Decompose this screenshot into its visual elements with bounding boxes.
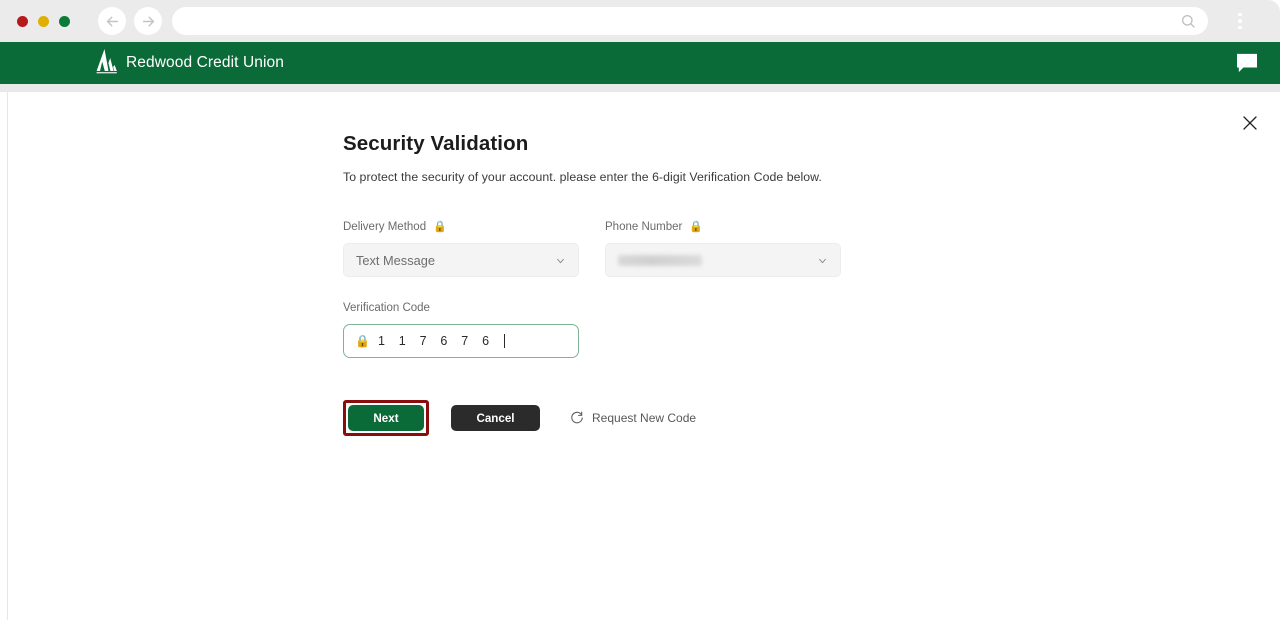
lock-icon: 🔒 bbox=[433, 220, 447, 233]
verification-code-label: Verification Code bbox=[343, 301, 579, 315]
search-icon[interactable] bbox=[1180, 13, 1196, 29]
page-viewport: Redwood Credit Union Security Validation… bbox=[0, 42, 1280, 620]
redwood-tree-logo-icon bbox=[96, 49, 117, 74]
phone-number-label-text: Phone Number bbox=[605, 221, 683, 233]
delivery-method-field: Delivery Method 🔒 Text Message bbox=[343, 220, 579, 277]
phone-number-label: Phone Number 🔒 bbox=[605, 220, 841, 234]
delivery-method-label-text: Delivery Method bbox=[343, 221, 427, 233]
chevron-down-icon bbox=[557, 258, 564, 264]
brand[interactable]: Redwood Credit Union bbox=[95, 49, 284, 77]
verification-code-input[interactable]: 🔒 1 1 7 6 7 6 bbox=[343, 324, 579, 358]
verification-code-label-text: Verification Code bbox=[343, 302, 430, 314]
next-button-highlight: Next bbox=[343, 400, 429, 436]
window-close-button[interactable] bbox=[17, 15, 28, 27]
verification-code-field: Verification Code 🔒 1 1 7 6 7 6 bbox=[343, 301, 579, 358]
window-controls bbox=[17, 15, 70, 27]
security-validation-form: Security Validation To protect the secur… bbox=[343, 132, 903, 436]
chat-bubble-icon[interactable] bbox=[1236, 53, 1258, 73]
phone-number-field: Phone Number 🔒 bbox=[605, 220, 841, 277]
delivery-method-select[interactable]: Text Message bbox=[343, 243, 579, 277]
refresh-icon bbox=[571, 411, 583, 424]
browser-menu-button[interactable] bbox=[1228, 8, 1252, 34]
back-arrow-icon bbox=[106, 16, 118, 26]
page-title: Security Validation bbox=[343, 132, 529, 155]
phone-number-redacted-value bbox=[618, 254, 702, 266]
close-icon[interactable] bbox=[1241, 114, 1259, 132]
request-new-code-link[interactable]: Request New Code bbox=[570, 411, 696, 425]
delivery-method-value: Text Message bbox=[356, 252, 435, 268]
lock-icon: 🔒 bbox=[689, 220, 704, 233]
request-new-code-label: Request New Code bbox=[592, 411, 697, 425]
window-minimize-button[interactable] bbox=[38, 15, 49, 27]
next-button[interactable]: Next bbox=[348, 405, 424, 431]
kebab-menu-icon bbox=[1238, 12, 1242, 17]
window-maximize-button[interactable] bbox=[59, 15, 70, 27]
cancel-button[interactable]: Cancel bbox=[451, 405, 540, 431]
phone-number-select[interactable] bbox=[605, 243, 841, 277]
brand-name: Redwood Credit Union bbox=[126, 54, 284, 71]
site-header: Redwood Credit Union bbox=[0, 42, 1280, 84]
field-row: Delivery Method 🔒 Text Message Phone Num… bbox=[343, 220, 903, 277]
page-subtitle: To protect the security of your account.… bbox=[343, 170, 822, 184]
url-bar[interactable] bbox=[172, 7, 1208, 35]
content-left-divider bbox=[7, 92, 8, 620]
browser-nav-buttons bbox=[98, 7, 162, 35]
kebab-menu-icon bbox=[1238, 25, 1242, 30]
verification-code-value: 1 1 7 6 7 6 bbox=[377, 334, 495, 348]
kebab-menu-icon bbox=[1238, 19, 1242, 23]
browser-chrome bbox=[0, 0, 1280, 42]
forward-arrow-icon bbox=[142, 16, 154, 26]
chevron-down-icon bbox=[819, 258, 826, 264]
forward-button[interactable] bbox=[134, 7, 162, 35]
lock-icon: 🔒 bbox=[355, 334, 370, 348]
text-caret bbox=[504, 334, 506, 348]
delivery-method-label: Delivery Method 🔒 bbox=[343, 220, 579, 234]
form-actions: Next Cancel Request New Code bbox=[343, 400, 903, 436]
back-button[interactable] bbox=[98, 7, 126, 35]
content-top-strip bbox=[0, 84, 1280, 92]
